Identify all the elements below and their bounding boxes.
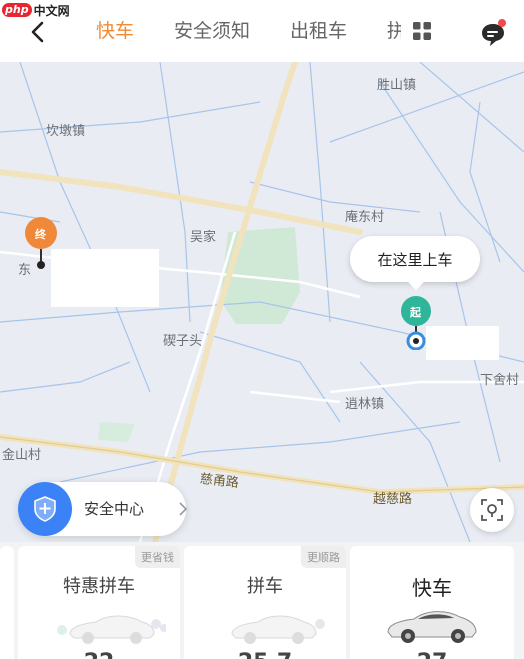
grid-icon[interactable] <box>413 22 431 40</box>
service-tabs: 快车 安全须知 出租车 拼 <box>96 18 401 44</box>
redacted-destination-box <box>51 249 159 307</box>
card-title: 快车 <box>412 576 452 600</box>
locate-icon <box>481 499 503 521</box>
start-pin-label: 起 <box>410 306 421 319</box>
safety-center-label: 安全中心 <box>84 500 145 518</box>
tab-taxi[interactable]: 出租车 <box>290 18 347 44</box>
tab-carpool-partial[interactable]: 拼 <box>387 18 401 44</box>
tab-safety-notice[interactable]: 安全须知 <box>174 18 250 44</box>
road-label: 慈甬路 <box>199 471 240 491</box>
place-label: 碶子头 <box>163 334 203 349</box>
safety-center-button[interactable]: 安全中心 <box>18 482 188 536</box>
card-price: 22 <box>18 650 180 659</box>
map-view[interactable]: 胜山镇 坎墩镇 庵东村 吴家 东 碶子头 下舍村 逍林镇 金山村 慈甬路 越慈路… <box>0 62 524 542</box>
watermark-logo: php <box>2 3 32 17</box>
card-tag: 更顺路 <box>301 546 346 568</box>
watermark: php 中文网 <box>2 0 70 20</box>
ride-option-card[interactable]: 更省钱 特惠拼车 22 <box>18 546 180 659</box>
chevron-right-icon <box>179 502 188 516</box>
tab-express[interactable]: 快车 <box>96 18 134 44</box>
end-pin-icon[interactable] <box>24 216 58 272</box>
pickup-bubble[interactable]: 在这里上车 <box>350 236 480 290</box>
place-label: 下舍村 <box>480 373 520 388</box>
ride-option-card-selected[interactable]: 快车 27 <box>350 546 514 659</box>
place-label: 庵东村 <box>345 210 385 225</box>
locate-button[interactable] <box>470 488 514 532</box>
card-price: 25.7 <box>184 650 346 659</box>
place-label: 坎墩镇 <box>46 124 86 139</box>
start-pin-icon[interactable] <box>399 294 433 350</box>
message-icon[interactable] <box>480 18 508 48</box>
card-tag: 更省钱 <box>135 546 180 568</box>
back-arrow-icon[interactable] <box>26 20 50 44</box>
card-price: 27 <box>350 650 514 659</box>
shield-plus-icon <box>18 482 72 536</box>
watermark-text: 中文网 <box>33 3 70 18</box>
card-title: 特惠拼车 <box>63 576 135 597</box>
car-icon <box>231 615 325 644</box>
car-icon <box>387 611 477 643</box>
place-label: 胜山镇 <box>377 78 417 93</box>
ride-options: 更省钱 特惠拼车 22 更顺路 拼车 25.7 快车 <box>0 542 524 659</box>
top-bar: php 中文网 快车 安全须知 出租车 拼 <box>0 0 524 62</box>
ride-option-card-partial[interactable] <box>0 546 14 659</box>
road-label: 越慈路 <box>373 492 413 507</box>
place-label: 吴家 <box>190 230 217 245</box>
card-title: 拼车 <box>247 576 283 597</box>
redacted-start-box <box>426 326 499 360</box>
ride-option-card[interactable]: 更顺路 拼车 25.7 <box>184 546 346 659</box>
car-icon <box>57 615 166 644</box>
place-label: 逍林镇 <box>345 397 385 412</box>
place-label: 金山村 <box>2 448 42 463</box>
end-pin-label: 终 <box>35 228 46 241</box>
